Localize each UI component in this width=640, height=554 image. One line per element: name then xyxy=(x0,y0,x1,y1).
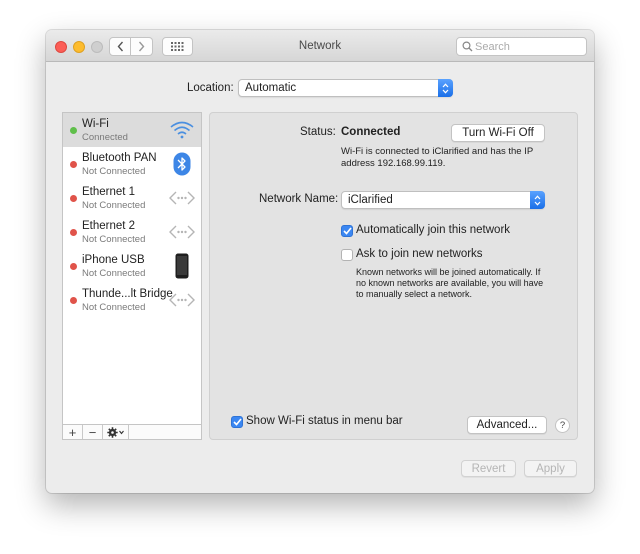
remove-service-button[interactable]: − xyxy=(83,425,103,440)
apply-button[interactable]: Apply xyxy=(524,460,577,477)
service-name: Ethernet 1 xyxy=(82,186,136,198)
ask-join-description: Known networks will be joined automatica… xyxy=(356,267,544,299)
location-label: Location: xyxy=(187,82,234,94)
popup-arrows-icon xyxy=(438,79,453,97)
popup-arrows-icon xyxy=(530,191,545,209)
status-dot xyxy=(70,127,77,134)
location-popup[interactable]: Automatic xyxy=(238,79,453,97)
service-status: Not Connected xyxy=(82,234,146,245)
ethernet-icon xyxy=(168,287,196,313)
add-service-button[interactable]: + xyxy=(63,425,83,440)
show-status-label: Show Wi-Fi status in menu bar xyxy=(246,415,403,427)
service-item-iphone-usb[interactable]: iPhone USB Not Connected xyxy=(63,249,201,283)
ethernet-icon xyxy=(168,219,196,245)
service-status: Not Connected xyxy=(82,268,146,279)
advanced-button[interactable]: Advanced... xyxy=(467,416,547,434)
network-name-popup[interactable]: iClarified xyxy=(341,191,545,209)
search-icon xyxy=(462,41,473,52)
service-name: Thunde...lt Bridge xyxy=(82,288,173,300)
status-dot xyxy=(70,195,77,202)
status-label: Status: xyxy=(300,126,336,138)
service-status: Not Connected xyxy=(82,302,146,313)
status-dot xyxy=(70,161,77,168)
status-value: Connected xyxy=(341,126,401,138)
checkmark-icon xyxy=(232,418,242,426)
service-name: Ethernet 2 xyxy=(82,220,136,232)
search-input[interactable] xyxy=(475,39,583,54)
status-dot xyxy=(70,229,77,236)
auto-join-label: Automatically join this network xyxy=(356,224,511,236)
network-name-label: Network Name: xyxy=(259,193,339,205)
search-field[interactable] xyxy=(456,37,587,56)
status-dot xyxy=(70,263,77,270)
wifi-icon xyxy=(168,117,196,143)
turn-wifi-off-button[interactable]: Turn Wi-Fi Off xyxy=(451,124,545,142)
action-menu-button[interactable] xyxy=(103,425,129,439)
network-preferences-window: Network Location: Automatic Wi-Fi Connec… xyxy=(46,30,594,493)
ask-join-label: Ask to join new networks xyxy=(356,248,483,260)
service-name: iPhone USB xyxy=(82,254,145,266)
gear-icon xyxy=(106,426,124,438)
bluetooth-icon xyxy=(168,151,196,177)
service-item-thunderbolt-bridge[interactable]: Thunde...lt Bridge Not Connected xyxy=(63,283,201,317)
wifi-detail-panel: Status: Connected Turn Wi-Fi Off Wi-Fi i… xyxy=(209,112,578,440)
service-status: Connected xyxy=(82,132,128,143)
location-value: Automatic xyxy=(245,82,297,94)
service-item-ethernet-1[interactable]: Ethernet 1 Not Connected xyxy=(63,181,201,215)
service-status: Not Connected xyxy=(82,200,146,211)
network-name-value: iClarified xyxy=(348,194,393,206)
service-list: Wi-Fi Connected Bluetooth PAN Not Connec… xyxy=(62,112,202,440)
help-button[interactable]: ? xyxy=(555,418,570,433)
checkmark-icon xyxy=(342,227,352,235)
service-name: Bluetooth PAN xyxy=(82,152,157,164)
status-dot xyxy=(70,297,77,304)
service-status: Not Connected xyxy=(82,166,146,177)
service-list-controls: + − xyxy=(62,424,202,440)
iphone-icon xyxy=(168,253,196,279)
service-item-ethernet-2[interactable]: Ethernet 2 Not Connected xyxy=(63,215,201,249)
service-item-bluetooth-pan[interactable]: Bluetooth PAN Not Connected xyxy=(63,147,201,181)
service-name: Wi-Fi xyxy=(82,118,109,130)
title-bar: Network xyxy=(46,30,594,62)
auto-join-checkbox[interactable] xyxy=(341,225,353,237)
ask-join-checkbox[interactable] xyxy=(341,249,353,261)
revert-button[interactable]: Revert xyxy=(461,460,516,477)
status-description: Wi-Fi is connected to iClarified and has… xyxy=(341,146,534,169)
ethernet-icon xyxy=(168,185,196,211)
show-status-checkbox[interactable] xyxy=(231,416,243,428)
service-item-wifi[interactable]: Wi-Fi Connected xyxy=(63,113,201,147)
